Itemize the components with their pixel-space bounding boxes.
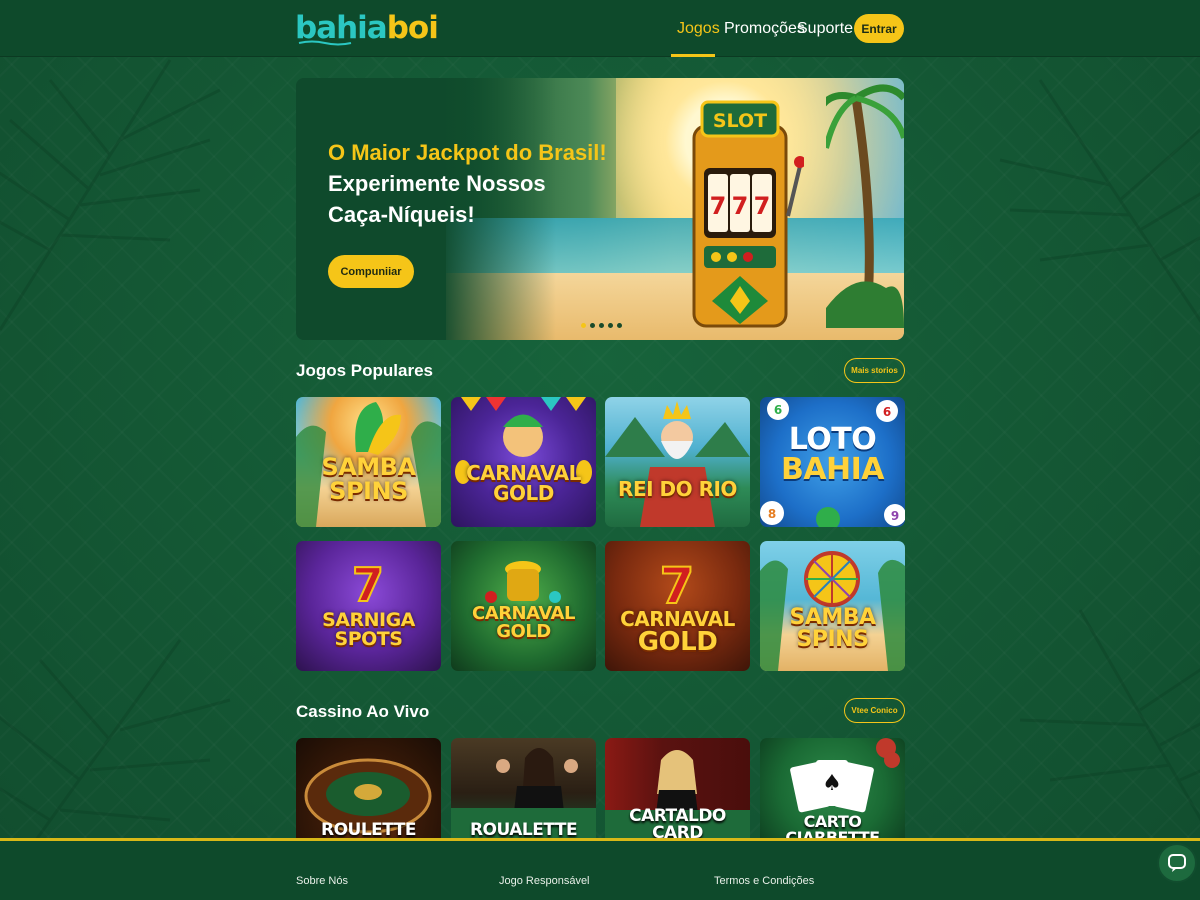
logo-wave-icon — [298, 40, 352, 46]
popular-games-title: Jogos Populares — [296, 361, 433, 380]
game-title: SAMBA SPINS — [321, 453, 416, 505]
chat-bubble-icon[interactable] — [1157, 843, 1197, 883]
nav-active-indicator — [671, 54, 715, 57]
slot-machine-illustration: SLOT 7 7 7 — [692, 100, 804, 328]
hero-cta-button[interactable]: Compuniiar — [328, 255, 414, 288]
nav-jogos[interactable]: Jogos — [677, 20, 720, 38]
palm-leaf-decoration-left — [0, 59, 221, 331]
slot-reel-2: 7 — [732, 192, 749, 220]
game-card-loto-bahia[interactable]: 6 6 8 9 LOTO BAHIA — [760, 397, 905, 527]
slot-sign-text: SLOT — [713, 110, 767, 132]
game-title: CARTO CIARBETTE — [785, 812, 880, 839]
carousel-dot[interactable] — [590, 323, 595, 328]
nav-promocoes[interactable]: Promoções — [724, 20, 805, 38]
game-card-samba-spins-2[interactable]: SAMBA SPINS — [760, 541, 905, 671]
svg-text:9: 9 — [891, 509, 899, 523]
king-character-icon — [605, 401, 750, 527]
game-title: SARNIGA SPOTS — [322, 609, 415, 650]
popular-more-button[interactable]: Mais storios — [844, 358, 905, 383]
game-title: CARNAVAL GOLD — [620, 607, 735, 657]
live-casino-title: Cassino Ao Vivo — [296, 702, 430, 721]
carousel-dots — [581, 323, 622, 328]
live-card-carto-ciarbette[interactable]: ♠ CARTO CIARBETTE — [760, 738, 905, 838]
site-logo[interactable]: bahia boi — [295, 10, 439, 46]
game-title: SAMBA SPINS — [789, 605, 876, 652]
game-card-rei-do-rio[interactable]: REI DO RIO — [605, 397, 750, 527]
game-title: ROULETTE — [321, 820, 417, 839]
game-title: CARNAVAL GOLD — [472, 603, 575, 642]
carousel-dot[interactable] — [608, 323, 613, 328]
game-card-sarniga-spots[interactable]: 7 SARNIGA SPOTS — [296, 541, 441, 671]
game-card-carnaval-gold-3[interactable]: 7 CARNAVAL GOLD — [605, 541, 750, 671]
palm-tree-illustration — [826, 84, 904, 328]
game-title: LOTO BAHIA — [780, 422, 885, 487]
carousel-dot[interactable] — [581, 323, 586, 328]
login-button[interactable]: Entrar — [854, 14, 904, 43]
hero-banner[interactable]: SLOT 7 7 7 O Maior Jackpot do Brasil! Ex… — [296, 78, 904, 340]
live-card-cartaldo-card[interactable]: CARTALDO CARD — [605, 738, 750, 838]
hero-title-line2: Experimente Nossos — [328, 171, 546, 196]
svg-text:6: 6 — [774, 403, 782, 417]
game-card-samba-spins[interactable]: SAMBA SPINS — [296, 397, 441, 527]
palm-leaf-decoration-right-bottom — [1019, 609, 1200, 822]
live-card-roulette[interactable]: ROULETTE — [296, 738, 441, 838]
hero-title-line1: O Maior Jackpot do Brasil! — [328, 140, 607, 165]
palm-leaf-decoration-right — [999, 79, 1200, 323]
hero-title-line3: Caça-Níqueis! — [328, 202, 475, 227]
footer-link-jogo-responsavel[interactable]: Jogo Responsável — [499, 875, 590, 887]
game-card-carnaval-gold[interactable]: CARNAVAL GOLD — [451, 397, 596, 527]
game-title: ROUALETTE — [469, 820, 578, 839]
svg-text:♠: ♠ — [822, 771, 842, 796]
footer-link-sobre-nos[interactable]: Sobre Nós — [296, 875, 348, 887]
live-card-roualette[interactable]: ROUALETTE — [451, 738, 596, 838]
nav-suporte[interactable]: Suporte — [797, 20, 853, 38]
lucky-seven-icon: 7 — [351, 557, 385, 613]
game-title: CARTALDO CARD — [629, 806, 726, 839]
carousel-dot[interactable] — [599, 323, 604, 328]
game-card-carnaval-gold-2[interactable]: CARNAVAL GOLD — [451, 541, 596, 671]
footer-link-termos[interactable]: Termos e Condições — [714, 875, 814, 887]
page-footer: Sobre Nós Jogo Responsável Termos e Cond… — [0, 838, 1200, 900]
hero-headline: O Maior Jackpot do Brasil! Experimente N… — [328, 137, 607, 230]
slot-reel-3: 7 — [754, 192, 771, 220]
top-header: bahia boi Jogos Promoções Suporte Entrar — [0, 0, 1200, 57]
slot-reel-1: 7 — [710, 192, 727, 220]
svg-text:8: 8 — [768, 507, 776, 521]
chat-icon-glyph — [1168, 854, 1186, 872]
svg-text:6: 6 — [883, 405, 891, 419]
carousel-dot[interactable] — [617, 323, 622, 328]
game-title: CARNAVAL GOLD — [466, 461, 581, 505]
svg-text:7: 7 — [352, 558, 384, 612]
game-title: REI DO RIO — [618, 477, 737, 501]
live-more-button[interactable]: Vtee Conico — [844, 698, 905, 723]
